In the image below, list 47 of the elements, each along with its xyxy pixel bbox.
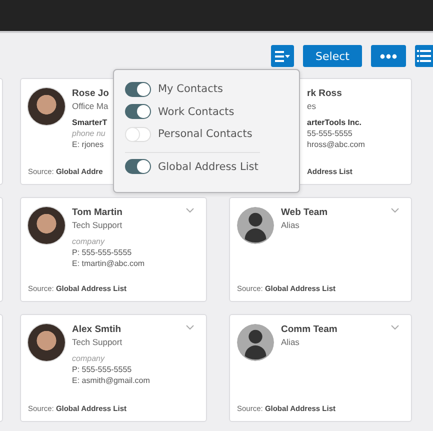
contact-detail: hross@abc.com [307, 139, 365, 150]
toggle-switch[interactable] [125, 159, 151, 174]
photo-placeholder [28, 88, 65, 125]
contact-title: Alias [281, 336, 300, 348]
photo-placeholder [28, 324, 65, 361]
company-name: SmarterT [72, 117, 108, 128]
list-view-button[interactable] [415, 45, 433, 67]
toggle-label: Personal Contacts [158, 128, 252, 140]
contact-title: Alias [281, 219, 300, 231]
contact-name: Rose Jo [72, 88, 109, 100]
contact-detail: E: tmartin@abc.com [72, 258, 145, 269]
toggle-label: Global Address List [158, 160, 258, 173]
photo-placeholder [28, 207, 65, 244]
contact-name: Alex Smtih [72, 324, 122, 336]
toggle-label: My Contacts [158, 83, 223, 96]
placeholder-text: company [72, 236, 104, 247]
placeholder-text: phone nu [72, 128, 106, 139]
toggle-switch[interactable] [125, 104, 151, 120]
select-button[interactable]: Select [303, 45, 362, 67]
filter-button[interactable] [271, 45, 294, 67]
contact-detail: E: asmith@gmail.com [72, 375, 150, 386]
placeholder-text: company [72, 353, 104, 364]
chevron-down-icon[interactable] [186, 208, 194, 213]
contact-name: Comm Team [281, 324, 338, 336]
person-silhouette-icon [237, 207, 274, 244]
person-silhouette-icon [237, 324, 274, 361]
more-button[interactable] [371, 45, 406, 67]
contact-detail: E: rjones [72, 139, 104, 150]
more-icon [380, 54, 397, 58]
contact-detail: 55-555-5555 [307, 128, 352, 139]
contact-detail: P: 555-555-5555 [72, 247, 132, 258]
contact-name: Web Team [281, 207, 328, 219]
list-icon [417, 50, 431, 62]
chevron-down-icon[interactable] [186, 325, 194, 330]
contact-title: Tech Support [72, 219, 122, 231]
contact-title: Office Ma [72, 100, 108, 112]
contact-detail: P: 555-555-5555 [72, 364, 132, 375]
toggle-label: Work Contacts [158, 106, 234, 118]
filter-list-icon [275, 50, 290, 62]
toggle-switch[interactable] [125, 82, 151, 97]
contact-name: rk Ross [307, 88, 342, 100]
contact-title: es [307, 100, 316, 112]
chevron-down-icon[interactable] [391, 325, 399, 330]
contact-name: Tom Martin [72, 207, 122, 219]
chevron-down-icon[interactable] [391, 208, 399, 213]
company-name: arterTools Inc. [307, 117, 362, 128]
contact-title: Tech Support [72, 336, 122, 348]
